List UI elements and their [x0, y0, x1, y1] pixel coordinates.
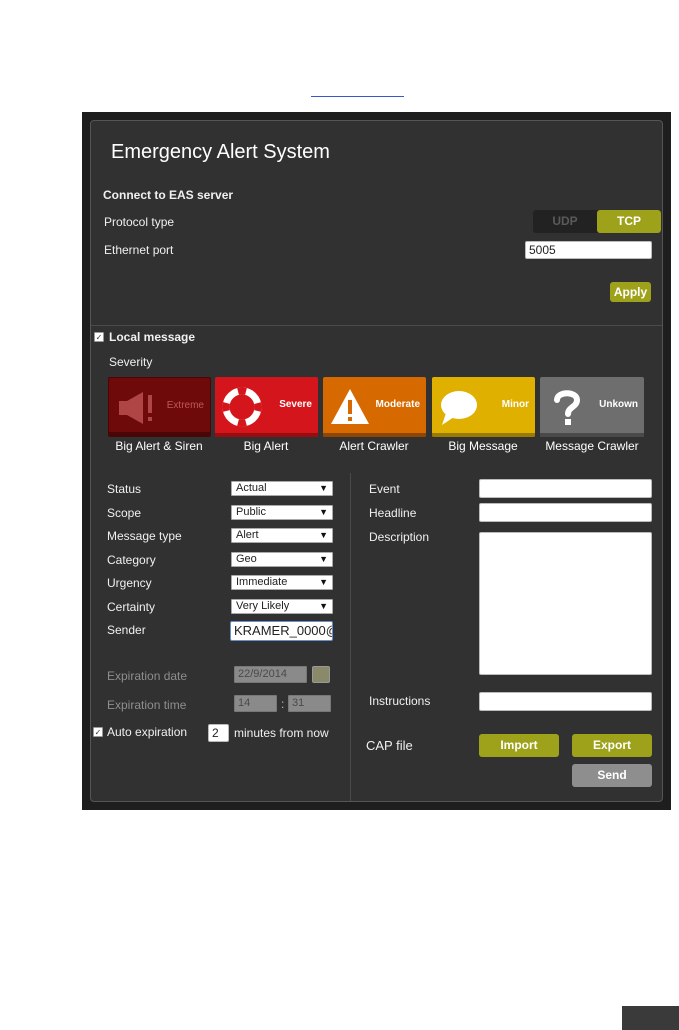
severity-extreme-button[interactable]: Extreme	[108, 377, 211, 437]
severity-minor-bar	[432, 433, 535, 437]
import-button[interactable]: Import	[479, 734, 559, 757]
protocol-type-label: Protocol type	[104, 215, 175, 229]
ethernet-port-input[interactable]: 5005	[525, 241, 652, 259]
message-type-value: Alert	[236, 529, 259, 541]
column-divider	[350, 473, 351, 801]
speech-bubble-icon	[441, 391, 477, 425]
scope-label: Scope	[107, 506, 142, 520]
apply-button[interactable]: Apply	[610, 282, 651, 302]
certainty-select[interactable]: Very Likely ▼	[231, 599, 333, 614]
instructions-label: Instructions	[369, 694, 431, 708]
page-number-tab	[622, 1006, 679, 1030]
header-link-underline	[311, 96, 404, 97]
scope-value: Public	[236, 506, 266, 518]
protocol-toggle[interactable]: UDP TCP	[533, 210, 661, 233]
message-type-label: Message type	[107, 529, 182, 543]
chevron-down-icon: ▼	[319, 554, 328, 564]
category-label: Category	[107, 553, 156, 567]
expiration-date-input[interactable]: 22/9/2014	[234, 666, 307, 683]
severity-severe-badge: Severe	[279, 399, 312, 410]
export-button[interactable]: Export	[572, 734, 652, 757]
message-type-select[interactable]: Alert ▼	[231, 528, 333, 543]
chevron-down-icon: ▼	[319, 577, 328, 587]
megaphone-icon	[119, 392, 152, 424]
severity-extreme-badge: Extreme	[166, 400, 204, 411]
send-button[interactable]: Send	[572, 764, 652, 787]
severity-severe-name: Big Alert	[243, 439, 289, 453]
section-divider	[91, 325, 662, 326]
chevron-down-icon: ▼	[319, 483, 328, 493]
question-icon	[554, 390, 581, 425]
severity-moderate-bar	[323, 433, 426, 437]
severity-unknown-bar	[540, 433, 644, 437]
category-value: Geo	[236, 553, 257, 565]
expiration-minute-input[interactable]: 31	[288, 695, 331, 712]
severity-extreme-name: Big Alert & Siren	[115, 439, 203, 453]
eas-panel-frame: Emergency Alert System Connect to EAS se…	[82, 112, 671, 810]
headline-input[interactable]	[479, 503, 652, 522]
chevron-down-icon: ▼	[319, 601, 328, 611]
expiration-time-label: Expiration time	[107, 698, 187, 712]
event-label: Event	[369, 482, 400, 496]
event-input[interactable]	[479, 479, 652, 498]
severity-minor-name: Big Message	[448, 439, 518, 453]
time-separator: :	[281, 697, 285, 711]
status-select[interactable]: Actual ▼	[231, 481, 333, 496]
severity-moderate-button[interactable]: Moderate	[323, 377, 426, 437]
cap-file-label: CAP file	[366, 738, 413, 753]
severity-extreme-bar	[109, 432, 210, 436]
urgency-value: Immediate	[236, 576, 288, 588]
category-select[interactable]: Geo ▼	[231, 552, 333, 567]
description-label: Description	[369, 530, 430, 544]
severity-minor-badge: Minor	[501, 399, 529, 410]
status-value: Actual	[236, 482, 267, 494]
severity-label: Severity	[109, 355, 153, 369]
local-message-label: Local message	[109, 330, 196, 344]
sender-label: Sender	[107, 623, 146, 637]
local-message-checkbox[interactable]: ✓	[94, 332, 104, 342]
severity-minor-button[interactable]: Minor	[432, 377, 535, 437]
auto-expiration-label: Auto expiration	[107, 725, 188, 739]
description-textarea[interactable]	[479, 532, 652, 675]
sender-input[interactable]: KRAMER_0000@	[230, 621, 333, 641]
expiration-date-label: Expiration date	[107, 669, 188, 683]
auto-expiration-checkbox[interactable]: ✓	[93, 727, 103, 737]
certainty-label: Certainty	[107, 600, 156, 614]
auto-expiration-suffix: minutes from now	[234, 726, 329, 740]
urgency-label: Urgency	[107, 576, 152, 590]
protocol-udp-option[interactable]: UDP	[533, 210, 597, 233]
instructions-input[interactable]	[479, 692, 652, 711]
warning-icon	[331, 389, 369, 424]
severity-severe-bar	[215, 433, 318, 437]
calendar-icon[interactable]	[312, 666, 330, 683]
chevron-down-icon: ▼	[319, 507, 328, 517]
connect-section-title: Connect to EAS server	[103, 188, 234, 202]
severity-moderate-name: Alert Crawler	[339, 439, 409, 453]
severity-moderate-badge: Moderate	[375, 399, 420, 410]
headline-label: Headline	[369, 506, 417, 520]
ethernet-port-label: Ethernet port	[104, 243, 174, 257]
protocol-tcp-option[interactable]: TCP	[597, 210, 661, 233]
severity-unknown-name: Message Crawler	[545, 439, 639, 453]
expiration-hour-input[interactable]: 14	[234, 695, 277, 712]
chevron-down-icon: ▼	[319, 530, 328, 540]
eas-panel: Emergency Alert System Connect to EAS se…	[90, 120, 663, 802]
severity-unknown-badge: Unkown	[599, 399, 638, 410]
status-label: Status	[107, 482, 142, 496]
page-title: Emergency Alert System	[111, 141, 330, 163]
auto-expiration-minutes-input[interactable]: 2	[208, 724, 229, 742]
urgency-select[interactable]: Immediate ▼	[231, 575, 333, 590]
certainty-value: Very Likely	[236, 600, 290, 612]
severity-unknown-button[interactable]: Unkown	[540, 377, 644, 437]
scope-select[interactable]: Public ▼	[231, 505, 333, 520]
severity-severe-button[interactable]: Severe	[215, 377, 318, 437]
lifebuoy-icon	[222, 387, 262, 427]
